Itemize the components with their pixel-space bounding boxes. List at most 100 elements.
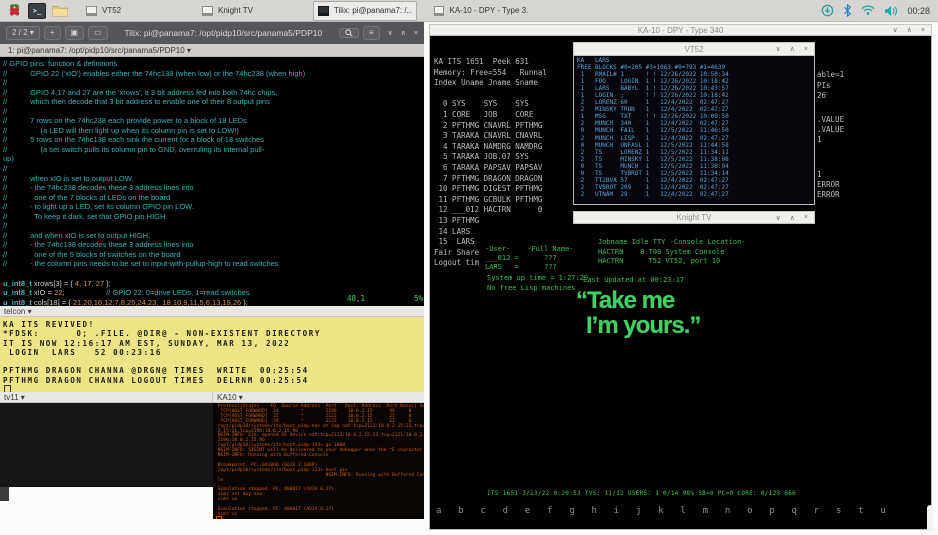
tv11-pane-header[interactable]: tv11 ▾ — [0, 392, 213, 403]
minimize-icon[interactable]: ∨ — [893, 26, 898, 34]
letter-key: r — [814, 506, 819, 516]
terminal-line: 3 TARAKA CNAVRL CNAVRL — [434, 131, 547, 142]
keyboard-letter-row: abcdefghijklmnopqrstu — [436, 506, 886, 516]
taskbar: >_ VT52 Knight TV Tilix: pi@panama7: /..… — [0, 0, 938, 22]
minimize-icon[interactable]: ∨ — [388, 29, 393, 37]
close-icon[interactable]: × — [804, 46, 808, 53]
rename-session-icon[interactable]: ▭ — [88, 26, 108, 40]
display-text: System up time = 1:27:29 — [487, 274, 588, 282]
terminal-split-icon[interactable]: ▣ — [65, 26, 85, 40]
terminal-line: 1 MSG TXT ! ! 12/26/2022 10:09:50 — [577, 113, 729, 120]
vt52-terminal[interactable]: KA LARSFREE BLOCKS #0=205 #3=1063 #0=793… — [573, 56, 815, 205]
window-icon — [202, 6, 213, 16]
display-text: able=1 — [817, 70, 844, 79]
minimize-icon[interactable]: ∨ — [776, 45, 781, 53]
terminal-line: KA LARS — [577, 57, 729, 64]
terminal-line: // and when xIO is set to output HIGH, — [3, 231, 305, 241]
bluetooth-icon[interactable] — [843, 4, 852, 17]
type340-title: KA-10 - DPY - Type 340 — [638, 26, 724, 35]
terminal-line: 11 PFTHMG GCBULK PFTHMG — [434, 195, 547, 206]
terminal-line — [434, 89, 547, 100]
ka10-pane-header[interactable]: KA10 ▾ — [213, 392, 424, 403]
peek-listing: KA ITS 1651 Peek 631Memory: Free=554 Run… — [434, 57, 547, 269]
taskbar-window-vt52[interactable]: VT52 — [81, 1, 185, 21]
terminal-line: 0 TS TVBROT 1 12/5/2022 11:34:14 — [577, 170, 729, 177]
terminal-line: // To keep it dark, set that GPIO pin HI… — [3, 212, 305, 222]
terminal-line: 1 LOGIN ; ! ! 12/26/2022 10:18:42 — [577, 92, 729, 99]
display-text: -User- -Full Name- — [485, 245, 574, 253]
display-text: ERROR — [817, 190, 840, 199]
close-icon[interactable]: × — [414, 30, 418, 37]
clock[interactable]: 00:28 — [907, 6, 930, 16]
menu-icon[interactable]: ≡ — [363, 26, 380, 40]
display-text: ERROR — [817, 180, 840, 189]
volume-icon[interactable] — [884, 5, 898, 17]
tilix-session-tab[interactable]: 1: pi@panama7: /opt/pidp10/src/panama5/P… — [0, 44, 424, 57]
system-tray: 00:28 — [821, 4, 938, 17]
terminal-line: 1 RMAIL# 1 ! ! 12/26/2022 10:50:34 — [577, 71, 729, 78]
terminal-line: 2 MINSKY TRON 1 12/4/2022 02:47:27 — [577, 106, 729, 113]
maximize-icon[interactable]: ∧ — [790, 214, 795, 222]
terminal-line: // one of the 5 blocks of switches on th… — [3, 250, 305, 260]
terminal-line: PFTHMG DRAGON CHANNA @DRGN@ TIMES WRITE … — [3, 366, 321, 375]
terminal-line: // one of the 7 blocks of LEDs on the bo… — [3, 193, 305, 203]
ka10-simulator-output: Protocol[State] FD Source Address Port D… — [215, 405, 424, 518]
terminal-line: 1 LARS BABYL 1 ! 12/26/2022 10:43:57 — [577, 85, 729, 92]
terminal-line: // - the 74hc138 decodes these 3 address… — [3, 240, 305, 250]
close-icon[interactable]: × — [804, 214, 808, 221]
terminal-line: 13 PFTHMG — [434, 216, 547, 227]
maximize-icon[interactable]: ∧ — [790, 45, 795, 53]
terminal-line: 5 TARAKA JOB.07 SYS — [434, 152, 547, 163]
letter-key: e — [525, 506, 530, 516]
letter-key: h — [592, 506, 597, 516]
scrollbar-thumb[interactable] — [927, 505, 933, 532]
wifi-icon[interactable] — [861, 5, 875, 16]
terminal-line: // when xIO is set to output LOW, — [3, 174, 305, 184]
minimize-icon[interactable]: ∨ — [776, 214, 781, 222]
raspberry-menu-icon[interactable] — [5, 3, 23, 19]
vt52-titlebar[interactable]: VT52 ∨ ∧ × — [573, 42, 815, 56]
add-terminal-button[interactable]: + — [44, 26, 61, 40]
terminal-line: // — [3, 78, 305, 88]
terminal-line: // — [3, 164, 305, 174]
ka10-terminal-pane[interactable]: Protocol[State] FD Source Address Port D… — [213, 403, 424, 519]
terminal-icon[interactable]: >_ — [28, 3, 46, 19]
taskbar-window-ka10-dpy[interactable]: KA-10 - DPY - Type 3... — [429, 1, 533, 21]
tv11-terminal-pane[interactable] — [0, 403, 213, 487]
maximize-icon[interactable]: ∧ — [401, 29, 406, 37]
maximize-icon[interactable]: ∧ — [907, 26, 912, 34]
letter-key: f — [547, 506, 552, 516]
scroll-percent: 5% — [414, 294, 423, 303]
knight-tv-titlebar[interactable]: Knight TV ∨ ∧ × — [573, 211, 815, 224]
close-icon[interactable]: × — [921, 27, 925, 34]
terminal-line: // — [3, 107, 305, 117]
taskbar-window-knight-tv[interactable]: Knight TV — [197, 1, 301, 21]
telcon-terminal-pane[interactable]: KA ITS REVIVED!*FDSK: 0; .FILE. @DIR@ - … — [0, 317, 424, 392]
session-switcher[interactable]: 2 / 2 ▾ — [6, 26, 40, 40]
terminal-line: 10 PFTHMG DIGEST PFTHMG — [434, 184, 547, 195]
its-status-line: ITS 1651 3/13/22 0:20:53 TVS: 11/12 USER… — [487, 490, 796, 497]
telcon-pane-header[interactable]: telcon ▾ — [0, 306, 424, 317]
vim-terminal-pane[interactable]: // GPIO pins: function & definitions// G… — [0, 57, 424, 306]
display-text: .VALUE — [817, 125, 844, 134]
display-text: PIs — [817, 81, 831, 90]
terminal-line: // 7 rows on the 74hc238 each provide po… — [3, 116, 305, 126]
search-icon[interactable] — [339, 28, 359, 38]
file-manager-icon[interactable] — [51, 3, 69, 19]
vt52-listing: KA LARSFREE BLOCKS #0=205 #3=1063 #0=793… — [577, 57, 729, 205]
terminal-line: 2 TVBROT 209 1 12/4/2022 02:47:27 — [577, 184, 729, 191]
window-icon — [318, 6, 329, 16]
updates-icon[interactable] — [821, 4, 834, 17]
terminal-line: 1 CORE JOB CORE — [434, 110, 547, 121]
type340-titlebar[interactable]: KA-10 - DPY - Type 340 ∨ ∧ × — [429, 24, 932, 36]
letter-key: p — [769, 506, 774, 516]
taskbar-window-tilix[interactable]: Tilix: pi@panama7: /... — [313, 1, 417, 21]
letter-key: o — [747, 506, 752, 516]
display-text: Last updated at 00:23:17 — [583, 276, 684, 284]
letter-key: g — [569, 506, 574, 516]
display-text: .VALUE — [817, 115, 844, 124]
letter-key: i — [614, 506, 619, 516]
terminal-line: 6 TARAKA PAPSAV PAPSAV — [434, 163, 547, 174]
window-icon — [434, 6, 444, 16]
terminal-line: // GPIO 22 ('xIO') enables either the 74… — [3, 69, 305, 79]
